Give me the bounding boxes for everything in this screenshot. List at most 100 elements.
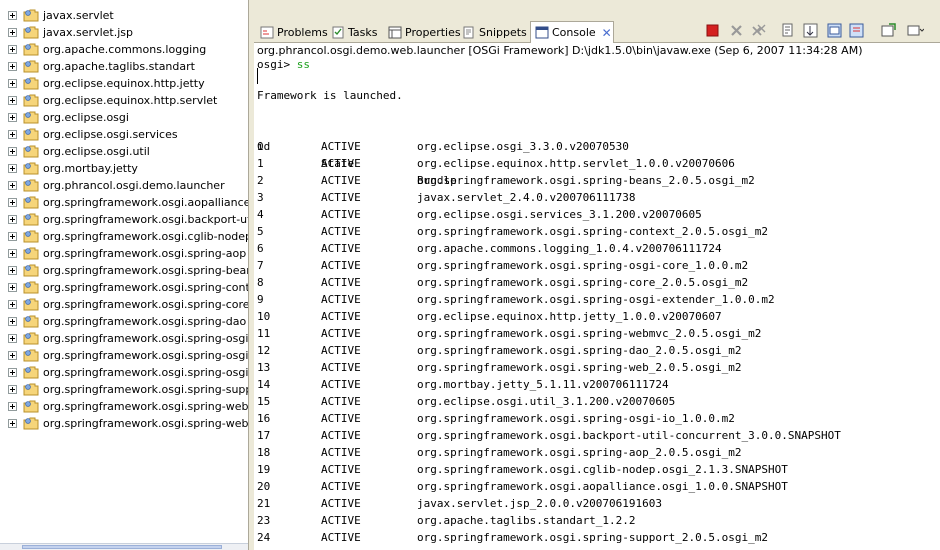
tree-item[interactable]: org.springframework.osgi.spring-webmvc [0, 415, 248, 432]
tree-item[interactable]: org.springframework.osgi.aopalliance.osg… [0, 194, 248, 211]
expand-icon[interactable] [8, 351, 17, 360]
console-output[interactable]: osgi> ss Framework is launched. id State… [254, 58, 940, 550]
plugin-project-icon [23, 264, 39, 277]
expand-icon[interactable] [8, 419, 17, 428]
tab-snippets[interactable]: Snippets [458, 22, 528, 43]
expand-icon[interactable] [8, 215, 17, 224]
expand-icon[interactable] [8, 11, 17, 20]
expand-icon[interactable] [8, 385, 17, 394]
scroll-lock-button[interactable] [802, 22, 820, 40]
bundle-row: 20 ACTIVE org.springframework.osgi.aopalli… [254, 478, 940, 495]
tab-console[interactable]: Console ✕ [530, 21, 614, 43]
pin-console-button[interactable] [826, 22, 844, 40]
tree-item[interactable]: org.springframework.osgi.spring-osgi-io [0, 364, 248, 381]
plugin-project-icon [23, 162, 39, 175]
expand-icon[interactable] [8, 130, 17, 139]
bundle-state: ACTIVE [321, 327, 361, 340]
scrollbar-thumb[interactable] [22, 545, 222, 549]
plugin-project-icon [23, 179, 39, 192]
tree-item[interactable]: org.springframework.osgi.spring-context [0, 279, 248, 296]
remove-launch-button[interactable] [728, 22, 746, 40]
tree-item-label: org.mortbay.jetty [43, 162, 138, 175]
tree-item[interactable]: org.springframework.osgi.spring-core [0, 296, 248, 313]
close-icon[interactable]: ✕ [602, 26, 612, 40]
tree-item[interactable]: org.phrancol.osgi.demo.launcher [0, 177, 248, 194]
expand-icon[interactable] [8, 317, 17, 326]
expand-icon[interactable] [8, 402, 17, 411]
tree-item-label: org.springframework.osgi.spring-dao [43, 315, 247, 328]
tree-horizontal-scrollbar[interactable] [0, 543, 248, 550]
console-message: Framework is launched. [257, 89, 403, 102]
tree-item[interactable]: org.eclipse.equinox.http.servlet [0, 92, 248, 109]
bundle-row: 1 ACTIVE org.eclipse.equinox.http.servlet_… [254, 155, 940, 172]
console-view: Problems Tasks Properties Snippets Console ✕ … [254, 0, 940, 550]
tree-item[interactable]: org.springframework.osgi.spring-beans [0, 262, 248, 279]
tree-item[interactable]: org.springframework.osgi.spring-web [0, 398, 248, 415]
bundle-name: org.eclipse.osgi.services_3.1.200.v20070… [417, 208, 702, 221]
expand-icon[interactable] [8, 79, 17, 88]
bundle-state: ACTIVE [321, 344, 361, 357]
expand-icon[interactable] [8, 147, 17, 156]
tree-item[interactable]: org.springframework.osgi.cglib-nodep.osg… [0, 228, 248, 245]
tree-item[interactable]: org.mortbay.jetty [0, 160, 248, 177]
display-selected-console-button[interactable] [848, 22, 866, 40]
plugin-project-icon [23, 26, 39, 39]
expand-icon[interactable] [8, 266, 17, 275]
expand-icon[interactable] [8, 232, 17, 241]
tree-item[interactable]: javax.servlet [0, 7, 248, 24]
bundle-state: ACTIVE [321, 395, 361, 408]
bundle-row: 6 ACTIVE org.apache.commons.logging_1.0.4.… [254, 240, 940, 257]
tree-item-label: org.springframework.osgi.backport-util-c… [43, 213, 248, 226]
bundle-id: 1 [257, 157, 264, 170]
open-console-button[interactable] [880, 22, 898, 40]
tree-item-label: org.springframework.osgi.spring-beans [43, 264, 248, 277]
bundle-id: 6 [257, 242, 264, 255]
expand-icon[interactable] [8, 28, 17, 37]
tree-item[interactable]: org.springframework.osgi.spring-osgi-cor… [0, 330, 248, 347]
bundle-row: 18 ACTIVE org.springframework.osgi.spring-… [254, 444, 940, 461]
bundle-state: ACTIVE [321, 276, 361, 289]
terminate-button[interactable] [704, 22, 722, 40]
tree-item[interactable]: org.eclipse.equinox.http.jetty [0, 75, 248, 92]
clear-console-button[interactable] [780, 22, 798, 40]
tree-item[interactable]: org.springframework.osgi.spring-osgi-ext… [0, 347, 248, 364]
plugin-project-icon [23, 111, 39, 124]
expand-icon[interactable] [8, 198, 17, 207]
bundle-name: org.apache.commons.logging_1.0.4.v200706… [417, 242, 722, 255]
view-menu-button[interactable] [906, 22, 924, 40]
expand-icon[interactable] [8, 283, 17, 292]
terminate-icon [706, 24, 719, 37]
bundle-name: org.eclipse.equinox.http.jetty_1.0.0.v20… [417, 310, 722, 323]
tree-item-label: org.springframework.osgi.spring-osgi-cor… [43, 332, 248, 345]
expand-icon[interactable] [8, 164, 17, 173]
bundle-name: org.springframework.osgi.aopalliance.osg… [417, 480, 788, 493]
tree-item[interactable]: org.springframework.osgi.spring-dao [0, 313, 248, 330]
tree-item[interactable]: javax.servlet.jsp [0, 24, 248, 41]
tab-tasks[interactable]: Tasks [327, 22, 382, 43]
tree-item[interactable]: org.eclipse.osgi.services [0, 126, 248, 143]
tab-properties[interactable]: Properties [384, 22, 461, 43]
tree-item[interactable]: org.springframework.osgi.spring-aop [0, 245, 248, 262]
expand-icon[interactable] [8, 368, 17, 377]
bundle-row: 8 ACTIVE org.springframework.osgi.spring-c… [254, 274, 940, 291]
tree-item[interactable]: org.apache.taglibs.standart [0, 58, 248, 75]
expand-icon[interactable] [8, 300, 17, 309]
plugin-project-icon [23, 349, 39, 362]
expand-icon[interactable] [8, 181, 17, 190]
expand-icon[interactable] [8, 62, 17, 71]
expand-icon[interactable] [8, 113, 17, 122]
tree-item[interactable]: org.eclipse.osgi [0, 109, 248, 126]
bundle-id: 12 [257, 344, 271, 357]
expand-icon[interactable] [8, 45, 17, 54]
expand-icon[interactable] [8, 249, 17, 258]
expand-icon[interactable] [8, 334, 17, 343]
tree-item[interactable]: org.eclipse.osgi.util [0, 143, 248, 160]
tab-problems[interactable]: Problems [256, 22, 328, 43]
expand-icon[interactable] [8, 96, 17, 105]
tree-item[interactable]: org.springframework.osgi.backport-util-c… [0, 211, 248, 228]
remove-all-terminated-button[interactable] [750, 22, 768, 40]
bundle-id: 5 [257, 225, 264, 238]
tree-item[interactable]: org.springframework.osgi.spring-support [0, 381, 248, 398]
bundle-id: 0 [257, 140, 264, 153]
tree-item[interactable]: org.apache.commons.logging [0, 41, 248, 58]
